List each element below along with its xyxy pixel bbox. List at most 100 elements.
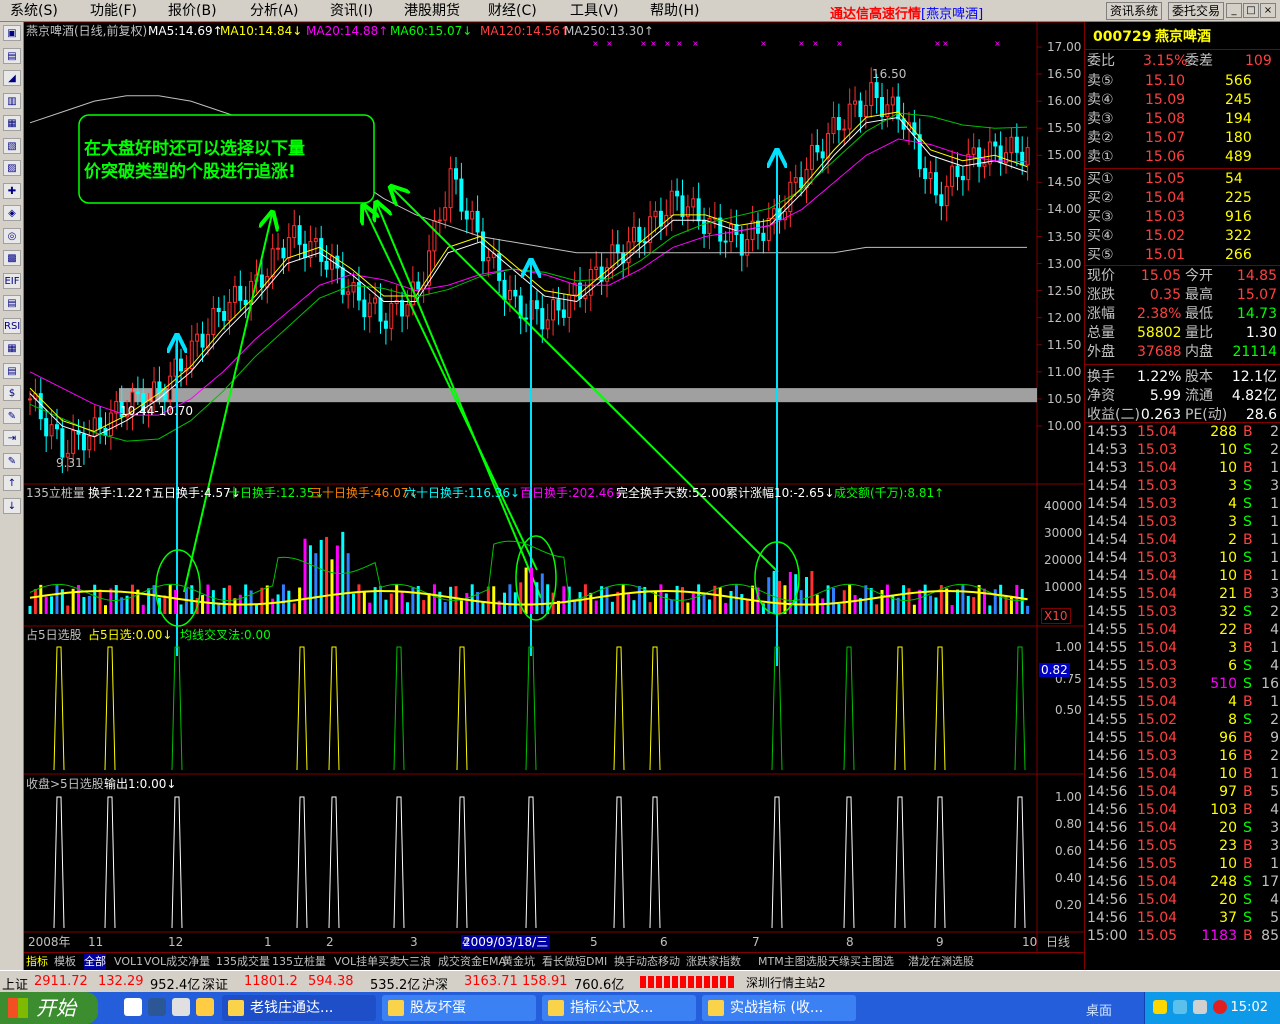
volume-bar (109, 588, 113, 614)
menu-item-4[interactable]: 资讯(I) (330, 2, 373, 20)
menu-item-7[interactable]: 工具(V) (570, 2, 619, 20)
task-label: 股友坏蛋 (410, 1000, 466, 1016)
toolbar-tool-1-icon[interactable]: ▤ (3, 47, 21, 64)
toolbar-tool-13-icon[interactable]: RSI (3, 317, 21, 334)
indicator-tab-4[interactable]: VOL成交净量 (144, 954, 210, 970)
indicator-tab-15[interactable]: 天缘买主图选 (828, 954, 894, 970)
toolbar-tool-7-icon[interactable]: ✚ (3, 182, 21, 199)
period-label[interactable]: 日线 (1046, 935, 1070, 949)
toolbar-tool-0-icon[interactable]: ▣ (3, 25, 21, 41)
menu-item-0[interactable]: 系统(S) (10, 2, 58, 20)
trade-tick-row: 14:54 15.03 10 S 1 (1085, 549, 1280, 567)
toolbar-tool-6-icon[interactable]: ▨ (3, 160, 21, 176)
tick-count: 85 (1261, 928, 1279, 944)
bid-label: 买④ (1087, 228, 1114, 244)
toolbar-tool-11-icon[interactable]: EIF (3, 272, 21, 289)
index-status-bar: 上证 2911.72 132.29 952.4亿 深证 11801.2 594.38 535.… (0, 970, 1280, 993)
ie-icon[interactable] (124, 998, 142, 1016)
taskbar-task-2[interactable]: 指标公式及... (542, 995, 696, 1021)
toolbar-tool-9-icon[interactable]: ◎ (3, 227, 21, 244)
start-button[interactable]: 开始 (0, 992, 98, 1024)
news-system-button[interactable]: 资讯系统 (1106, 2, 1163, 20)
tick-time: 14:55 (1087, 694, 1128, 710)
minimize-icon[interactable]: _ (1226, 3, 1242, 18)
word-icon[interactable] (148, 998, 166, 1016)
menu-item-2[interactable]: 报价(B) (168, 2, 217, 20)
toolbar-tool-2-icon[interactable]: ◢ (3, 70, 21, 86)
indicator-tab-8[interactable]: 大三浪 (398, 954, 431, 970)
trade-button[interactable]: 委托交易 (1168, 2, 1225, 20)
taskbar-task-3[interactable]: 实战指标 (收... (702, 995, 856, 1021)
price-tick-label: 11.00 (1047, 364, 1082, 379)
volume-bar (610, 601, 614, 614)
menu-item-3[interactable]: 分析(A) (250, 2, 299, 20)
menu-item-1[interactable]: 功能(F) (90, 2, 137, 20)
antivirus-icon[interactable] (1213, 1000, 1227, 1014)
tick-time: 14:55 (1087, 658, 1128, 674)
show-desktop-icon[interactable] (172, 998, 190, 1016)
candle-body (993, 141, 998, 147)
toolbar-tool-18-icon[interactable]: ⇥ (3, 430, 21, 446)
taskbar-task-0[interactable]: 老钱庄通达... (222, 995, 376, 1021)
candle-body (799, 177, 804, 189)
help-icon[interactable] (1153, 1000, 1167, 1014)
toolbar-tool-17-icon[interactable]: ✎ (3, 407, 21, 424)
ind2-spike (456, 796, 468, 929)
status-item-3: 952.4亿 (150, 978, 201, 993)
toolbar-tool-4-icon[interactable]: ▦ (3, 115, 21, 131)
toolbar-tool-8-icon[interactable]: ◈ (3, 205, 21, 221)
toolbar-tool-12-icon[interactable]: ▤ (3, 295, 21, 311)
indicator-tab-0[interactable]: 指标 (26, 954, 48, 970)
toolbar-tool-16-icon[interactable]: $ (3, 385, 21, 401)
indicator-tab-14[interactable]: MTM主图选股 (758, 954, 828, 970)
candle-body (955, 165, 960, 177)
indicator-tab-13[interactable]: 涨跌家指数 (686, 954, 741, 970)
menu-item-6[interactable]: 财经(C) (488, 2, 537, 20)
taskbar-task-1[interactable]: 股友坏蛋 (382, 995, 536, 1021)
indicator-tab-10[interactable]: 黄金坑 (502, 954, 535, 970)
indicator-tab-6[interactable]: 135立桩量 (272, 954, 326, 970)
toolbar-tool-19-icon[interactable]: ✎ (3, 452, 21, 469)
indicator-tab-3[interactable]: VOL1 (114, 954, 143, 970)
toolbar-tool-5-icon[interactable]: ▧ (3, 137, 21, 154)
candle-body (653, 210, 658, 218)
camera-icon[interactable] (1193, 1000, 1207, 1014)
indicator-tab-16[interactable]: 潜龙在渊选股 (908, 954, 974, 970)
indicator-tab-2[interactable]: 全部 (84, 954, 106, 970)
date-tick-label: 6 (660, 935, 668, 949)
indicator-tab-11[interactable]: 看长做短DMI (542, 954, 607, 970)
kline-chart-area[interactable]: × × × × × × × × × × × × × × 17.00 16.50 16.00 15.50 15.00… (24, 22, 1084, 952)
volume-bar (902, 585, 906, 614)
candle-body (367, 302, 372, 318)
toolbar-tool-10-icon[interactable]: ▩ (3, 250, 21, 266)
ma-header-0: 燕京啤酒(日线,前复权) (26, 24, 148, 38)
indicator-tab-1[interactable]: 模板 (54, 954, 76, 970)
stat-value: 21114 (1232, 344, 1277, 360)
folder-icon[interactable] (196, 998, 214, 1016)
candle-body (702, 220, 707, 234)
desktop-label[interactable]: 桌面 (1086, 1000, 1112, 1019)
indicator-tab-12[interactable]: 换手动态移动 (614, 954, 680, 970)
toolbar-tool-20-icon[interactable]: ↑ (3, 475, 21, 491)
weibi-value: 3.15% (1143, 53, 1188, 69)
candle-body (826, 133, 831, 159)
volume-bar (589, 592, 593, 614)
indicator-tab-5[interactable]: 135成交量 (216, 954, 270, 970)
toolbar-tool-14-icon[interactable]: ▦ (3, 340, 21, 356)
indicator-tab-9[interactable]: 成交资金EMA (438, 954, 506, 970)
close-icon[interactable]: × (1260, 3, 1276, 18)
toolbar-tool-15-icon[interactable]: ▤ (3, 362, 21, 379)
date-tick-label: 9 (936, 935, 944, 949)
menu-item-8[interactable]: 帮助(H) (650, 2, 699, 20)
candle-body (534, 300, 539, 310)
indicator-tab-7[interactable]: VOL挂单买卖 (334, 954, 400, 970)
toolbar-tool-3-icon[interactable]: ▥ (3, 92, 21, 109)
volume-bar (103, 605, 107, 614)
maximize-icon[interactable]: □ (1243, 3, 1259, 18)
tick-count: 2 (1270, 712, 1279, 728)
msn-icon[interactable] (1173, 1000, 1187, 1014)
tick-price: 15.04 (1137, 568, 1178, 584)
toolbar-tool-21-icon[interactable]: ↓ (3, 497, 21, 514)
menu-item-5[interactable]: 港股期货 (404, 2, 460, 20)
candle-body (809, 144, 814, 170)
